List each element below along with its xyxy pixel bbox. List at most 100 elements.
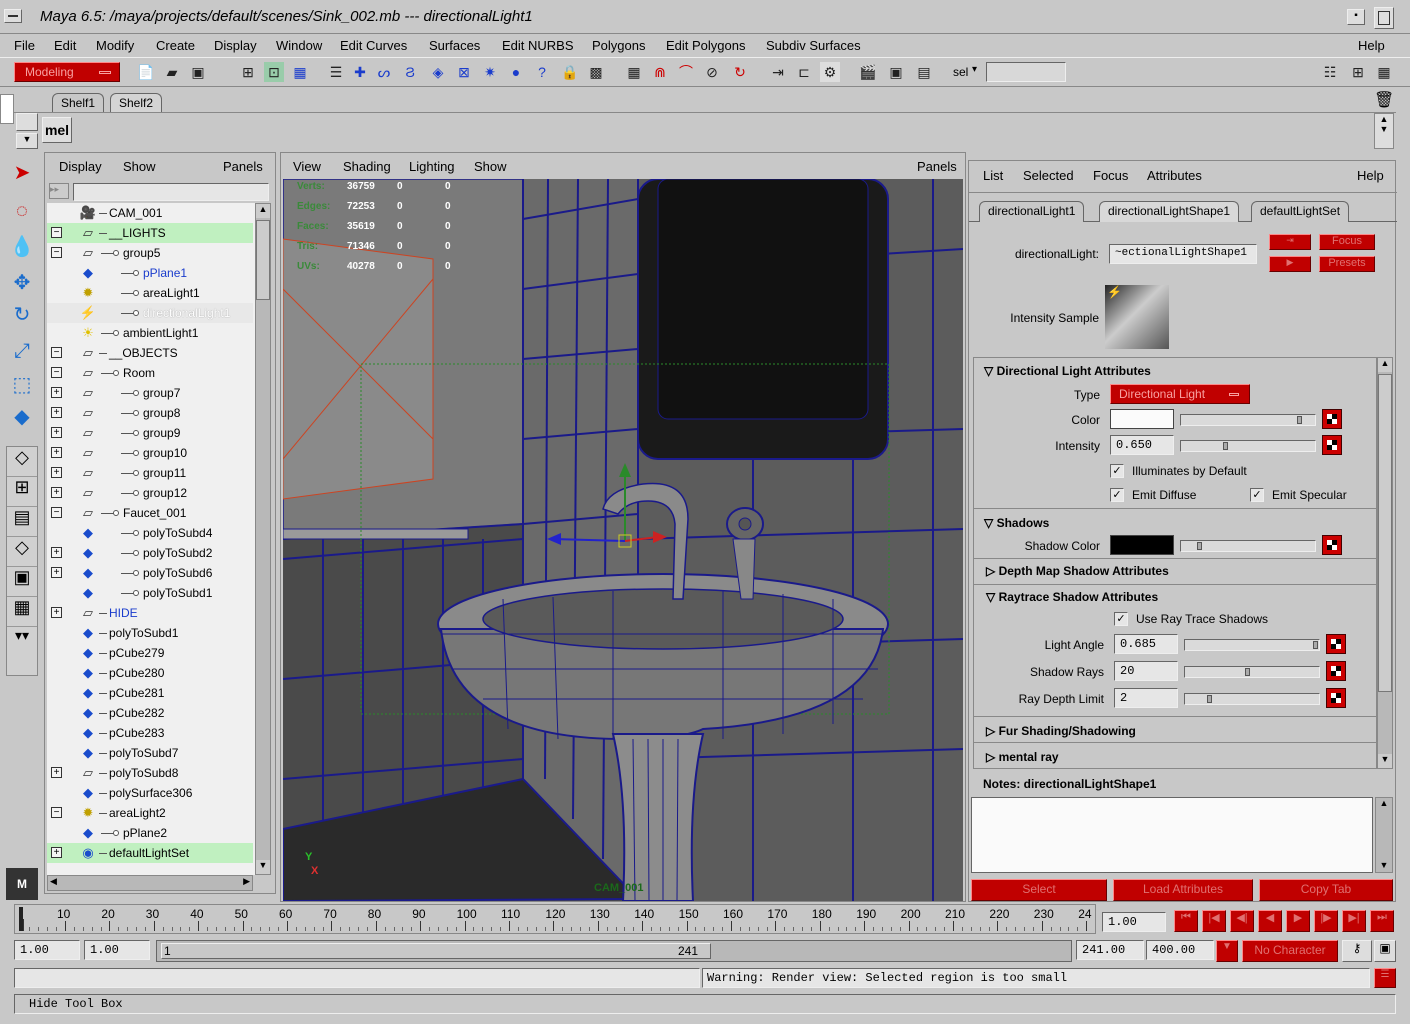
step-back-icon[interactable]: ◀| [1230,910,1254,932]
lock-icon[interactable]: 🔒 [560,62,580,82]
rotate-tool-icon[interactable]: ↻ [6,300,38,330]
ae-vscrollbar[interactable]: ▲ ▼ [1377,357,1393,769]
step-forward-key-icon[interactable]: ▶| [1342,910,1366,932]
output-ops-icon[interactable]: ⊏ [794,62,814,82]
outliner-row[interactable]: ◆ pCube281 [47,683,253,703]
play-back-icon[interactable]: ◀ [1258,910,1282,932]
viewport-menu-view[interactable]: View [293,159,321,174]
viewport-canvas[interactable]: Verts: 36759 0 0 Edges: 72253 0 0 Faces: 35619 0 0 T… [283,179,963,901]
scroll-thumb[interactable] [1378,374,1392,692]
move-tool-icon[interactable]: ✥ [6,268,38,298]
play-forward-icon[interactable]: ▶ [1286,910,1310,932]
step-back-key-icon[interactable]: |◀ [1202,910,1226,932]
last-tool-icon[interactable]: ◆ [6,402,38,432]
outliner-filter-input[interactable] [73,183,269,201]
ae-menu-focus[interactable]: Focus [1093,168,1128,183]
viewport-menu-shading[interactable]: Shading [343,159,391,174]
scroll-right-icon[interactable]: ▶ [243,876,250,887]
outliner-row[interactable]: + ▱ HIDE [47,603,253,623]
graph-layout-icon[interactable]: ◇ [7,537,37,567]
node-name-field[interactable]: ~ectionalLightShape1 [1109,244,1257,264]
outliner-row[interactable]: ◆ pCube279 [47,643,253,663]
shadow-color-swatch[interactable] [1110,535,1174,555]
scale-tool-icon[interactable]: ⤢ [6,336,38,366]
playback-end-field[interactable]: 241.00 [1076,940,1144,960]
shelf-side-handle[interactable] [0,94,14,124]
expand-toggle-icon[interactable]: + [51,567,62,578]
load-node-button[interactable]: ⇥ [1269,234,1311,250]
menu-edit[interactable]: Edit [54,38,76,53]
outliner-layout-icon[interactable]: ▤ [7,507,37,537]
outliner-row[interactable]: − ✹ areaLight2 [47,803,253,823]
shadow-color-map-button[interactable] [1322,535,1342,555]
outliner-row[interactable]: ◆ polyToSubd1 [47,583,253,603]
outliner-menu-panels[interactable]: Panels [223,159,263,174]
section-fur[interactable]: ▷ Fur Shading/Shadowing [986,724,1136,738]
select-object-icon[interactable]: ⊡ [264,62,284,82]
outliner-row[interactable]: + ▱ group8 [47,403,253,423]
select-component-icon[interactable]: ▦ [290,62,310,82]
intensity-map-button[interactable] [1322,435,1342,455]
outliner-row[interactable]: − ▱ __LIGHTS [47,223,253,243]
tool-box-icon[interactable]: ▦ [1374,62,1394,82]
expand-toggle-icon[interactable]: + [51,607,62,618]
outliner-row[interactable]: 🎥 CAM_001 [47,203,253,223]
presets-button[interactable]: Presets [1319,256,1375,272]
expand-toggle-icon[interactable]: + [51,487,62,498]
color-swatch[interactable] [1110,409,1174,429]
ae-menu-attributes[interactable]: Attributes [1147,168,1202,183]
sel-dropdown-icon[interactable]: ▾ [972,64,977,75]
outliner-vscrollbar[interactable]: ▲ ▼ [255,203,271,875]
expand-toggle-icon[interactable]: + [51,407,62,418]
outliner-row[interactable]: − ▱ Room [47,363,253,383]
snap-point-icon[interactable]: Ϩ [400,62,420,82]
shadow-rays-map-button[interactable] [1326,661,1346,681]
notes-scrollbar[interactable]: ▲ ▼ [1375,797,1393,873]
select-tool-icon[interactable]: ➤ [6,158,38,188]
maximize-button[interactable] [1374,7,1394,29]
character-dropdown-icon[interactable]: ▼ [1216,940,1238,962]
four-pane-icon[interactable]: ⊞ [7,477,37,507]
show-node-button[interactable]: ▶ [1269,256,1311,272]
outliner-row[interactable]: ✹ areaLight1 [47,283,253,303]
section-raytrace[interactable]: ▽ Raytrace Shadow Attributes [986,590,1158,604]
grid-icon[interactable]: ▦ [624,62,644,82]
scroll-down-icon[interactable]: ▼ [1378,754,1392,768]
step-forward-icon[interactable]: |▶ [1314,910,1338,932]
render-icon[interactable]: 🎬 [858,62,878,82]
manipulator-icon[interactable]: ⬚ [6,370,38,400]
outliner-row[interactable]: ◆ polyToSubd7 [47,743,253,763]
range-slider[interactable]: 1 241 [156,940,1072,962]
light-angle-field[interactable]: 0.685 [1114,634,1178,654]
expand-toggle-icon[interactable]: − [51,807,62,818]
expand-toggle-icon[interactable]: + [51,847,62,858]
outliner-row[interactable]: + ◆ polyToSubd6 [47,563,253,583]
expand-toggle-icon[interactable]: − [51,347,62,358]
current-time-field[interactable]: 1.00 [1102,912,1166,932]
channel-box-icon[interactable]: ☷ [1320,62,1340,82]
color-map-button[interactable] [1322,409,1342,429]
menu-modify[interactable]: Modify [96,38,134,53]
loop-icon[interactable]: ↻ [730,62,750,82]
expand-toggle-icon[interactable]: − [51,367,62,378]
snap-grid-icon[interactable]: ✚ [350,62,370,82]
tab-shelf1[interactable]: Shelf1 [52,93,105,112]
outliner-row[interactable]: + ▱ group12 [47,483,253,503]
outliner-row[interactable]: ◆ pPlane1 [47,263,253,283]
expand-toggle-icon[interactable]: − [51,227,62,238]
load-attributes-button[interactable]: Load Attributes [1113,879,1253,901]
expand-toggle-icon[interactable]: + [51,767,62,778]
snap-view-icon[interactable]: ◈ [428,62,448,82]
outliner-menu-display[interactable]: Display [59,159,102,174]
outliner-row[interactable]: ⚡ directionalLight1 [47,303,253,323]
ray-depth-field[interactable]: 2 [1114,688,1178,708]
auto-key-icon[interactable]: ⚷ [1342,940,1372,962]
go-to-end-icon[interactable]: ⏭ [1370,910,1394,932]
ae-menu-help[interactable]: Help [1357,168,1384,183]
emit-diffuse-checkbox[interactable]: ✓ [1110,488,1124,502]
trash-icon[interactable]: 🗑 [1374,90,1394,110]
custom-layout-icon[interactable]: ▾▾ [7,627,37,657]
select-hierarchy-icon[interactable]: ⊞ [238,62,258,82]
menu-create[interactable]: Create [156,38,195,53]
use-raytrace-checkbox[interactable]: ✓ [1114,612,1128,626]
